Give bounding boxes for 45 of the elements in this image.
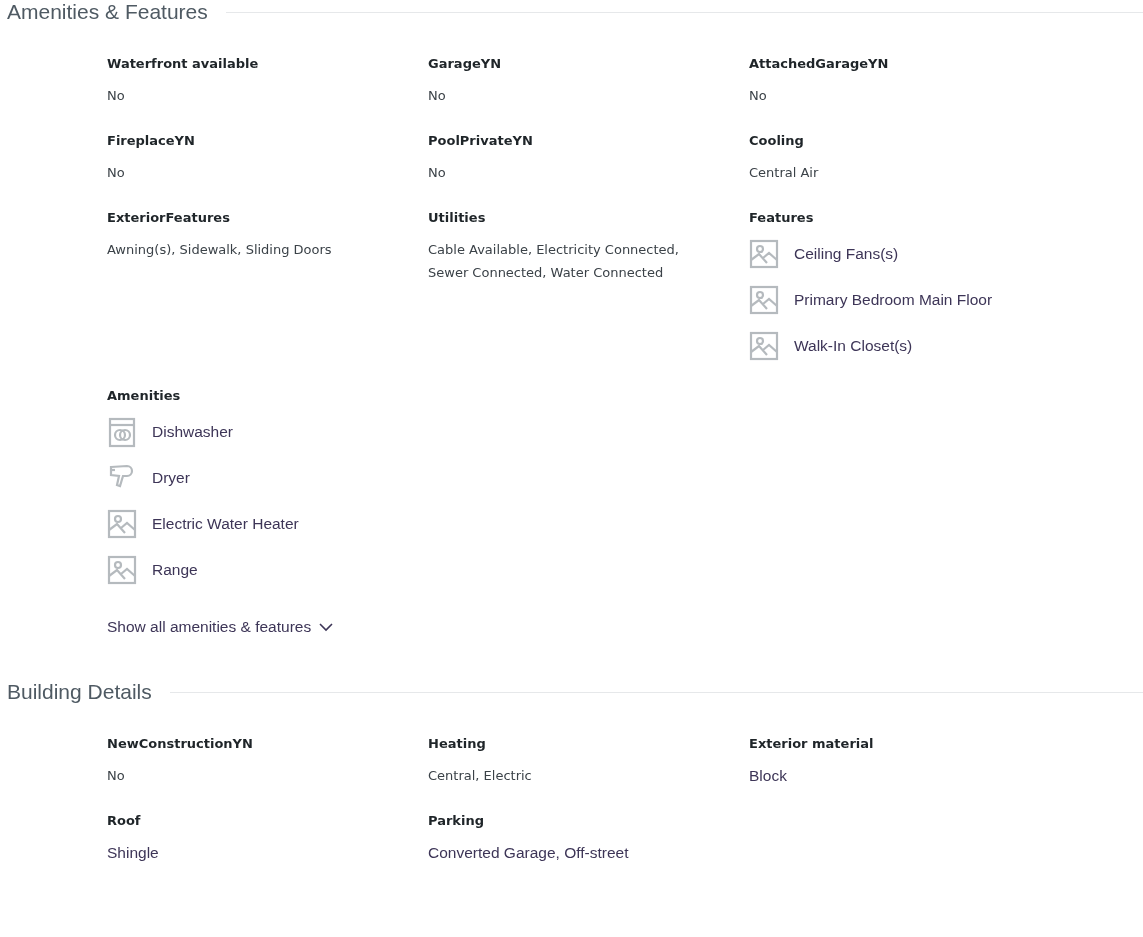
field-label: NewConstructionYN <box>107 736 254 751</box>
feature-item: Electric Water Heater <box>152 515 299 533</box>
field-value: Central, Electric <box>428 767 533 785</box>
field-label: Cooling <box>749 133 805 148</box>
field-value: No <box>749 87 768 105</box>
field-value: Shingle <box>107 843 160 863</box>
field-label: ExteriorFeatures <box>107 210 231 225</box>
field-label: Waterfront available <box>107 56 260 71</box>
field-label: Parking <box>428 813 486 828</box>
feature-item: Primary Bedroom Main Floor <box>794 291 993 309</box>
image-icon <box>749 284 779 316</box>
feature-item: Ceiling Fans(s) <box>794 245 899 263</box>
field-label: Utilities <box>428 210 487 225</box>
section-heading: Amenities & Features <box>7 0 208 24</box>
field-label: Exterior material <box>749 736 875 751</box>
image-icon <box>749 330 779 362</box>
feature-item: Dishwasher <box>152 423 233 441</box>
image-icon <box>107 508 137 540</box>
image-icon <box>107 554 137 586</box>
section-heading: Building Details <box>7 680 152 704</box>
image-icon <box>749 238 779 270</box>
chevron-down-icon <box>319 622 334 632</box>
field-value: Block <box>749 766 788 786</box>
field-value: Central Air <box>749 164 820 182</box>
feature-item: Dryer <box>152 469 190 487</box>
feature-item: Walk-In Closet(s) <box>794 337 913 355</box>
field-value: No <box>107 87 126 105</box>
field-value: No <box>428 87 447 105</box>
field-value: Awning(s), Sidewalk, Sliding Doors <box>107 241 333 259</box>
field-label: Heating <box>428 736 487 751</box>
field-label: AttachedGarageYN <box>749 56 890 71</box>
field-label: Roof <box>107 813 142 828</box>
field-label: FireplaceYN <box>107 133 196 148</box>
field-value: No <box>428 164 447 182</box>
feature-item: Range <box>152 561 198 579</box>
field-value: Cable Available, Electricity Connected, Sewer Connected, Water Connected <box>428 241 680 282</box>
field-label: Amenities <box>107 388 182 403</box>
dishwasher-icon <box>107 416 137 448</box>
show-all-link[interactable]: Show all amenities & features <box>107 618 334 636</box>
field-value: No <box>107 164 126 182</box>
field-value: No <box>107 767 126 785</box>
field-label: GarageYN <box>428 56 503 71</box>
field-value: Converted Garage, Off-street <box>428 843 630 863</box>
field-label: Features <box>749 210 815 225</box>
field-label: PoolPrivateYN <box>428 133 534 148</box>
